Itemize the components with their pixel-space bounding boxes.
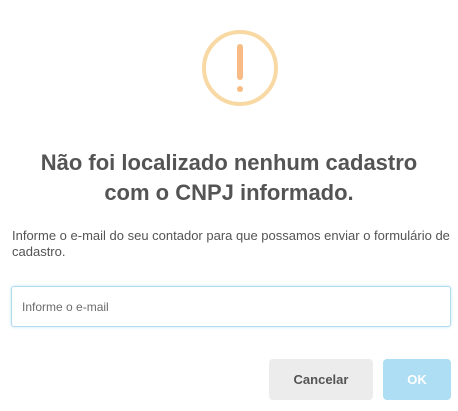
alert-dialog: Não foi localizado nenhum cadastro com o…	[0, 0, 458, 411]
warning-icon	[202, 30, 278, 106]
dialog-title-line-1: Não foi localizado nenhum cadastro	[40, 150, 418, 175]
dialog-title-line-2: com o CNPJ informado.	[104, 180, 354, 205]
dialog-title: Não foi localizado nenhum cadastro com o…	[0, 148, 458, 208]
warning-icon-dot	[237, 86, 243, 92]
email-input[interactable]	[11, 286, 451, 327]
cancel-button[interactable]: Cancelar	[269, 359, 373, 400]
warning-icon-bar	[237, 44, 243, 80]
ok-button[interactable]: OK	[383, 359, 451, 400]
dialog-message: Informe o e-mail do seu contador para qu…	[12, 228, 450, 259]
